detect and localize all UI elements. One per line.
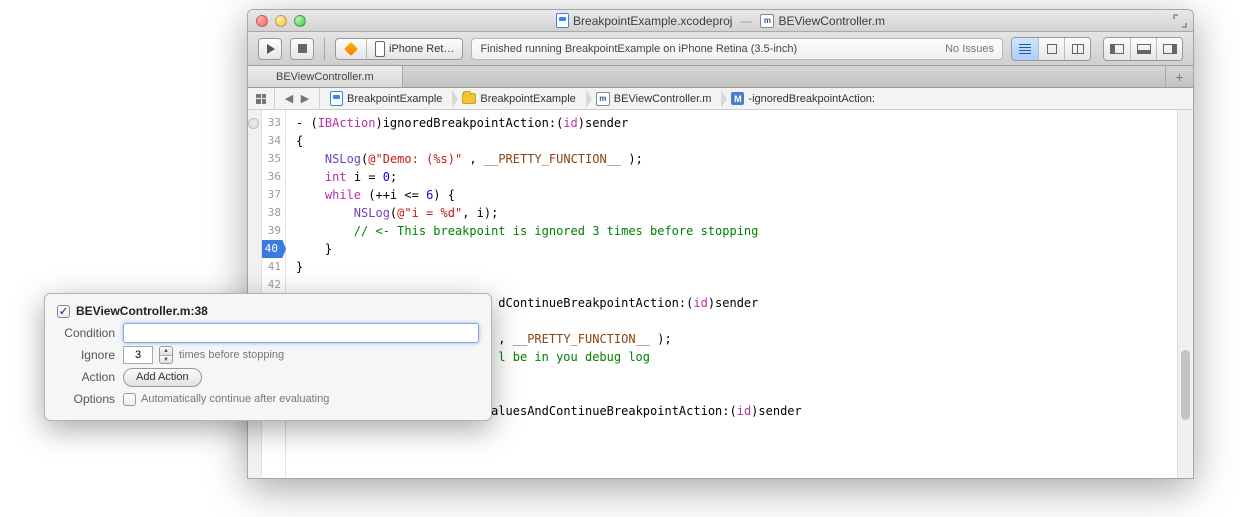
titlebar: BreakpointExample.xcodeproj — mBEViewCon… [248,10,1193,32]
line-number[interactable]: 41 [262,258,285,276]
m-file-icon: m [596,92,610,106]
toggle-utilities-button[interactable] [1156,38,1182,60]
activity-viewer: Finished running BreakpointExample on iP… [471,38,1003,60]
scroll-thumb[interactable] [1181,350,1190,420]
nav-forward-button[interactable]: ▶ [297,91,313,107]
title-project: BreakpointExample.xcodeproj [573,14,732,28]
line-number[interactable]: 38 [262,204,285,222]
action-label: Action [57,370,123,384]
nav-back-button[interactable]: ◀ [281,91,297,107]
standard-editor-button[interactable] [1012,38,1038,60]
app-icon [344,42,358,56]
zoom-window-button[interactable] [294,15,306,27]
project-icon [330,91,343,106]
options-label: Options [57,392,123,406]
crumb-file[interactable]: mBEViewController.m [586,88,722,109]
line-number[interactable]: 37 [262,186,285,204]
ignore-count-input[interactable] [123,346,153,364]
title-file: BEViewController.m [778,14,885,28]
project-icon [556,13,569,28]
toggle-debug-area-button[interactable] [1130,38,1156,60]
assistant-editor-button[interactable] [1038,38,1064,60]
device-icon [375,41,385,57]
folder-icon [462,93,476,104]
line-number[interactable]: 42 [262,276,285,294]
m-file-icon: m [760,14,774,28]
tab-bar: BEViewController.m + [248,66,1193,88]
add-action-button[interactable]: Add Action [123,368,202,387]
breakpoint-editor-popover: ✓ BEViewController.m:38 Condition Ignore… [44,293,492,421]
related-items-icon[interactable] [256,94,266,104]
stepper-down-button[interactable]: ▼ [160,355,172,363]
view-panes-segmented[interactable] [1103,37,1183,61]
line-number[interactable]: 34 [262,132,285,150]
minimize-window-button[interactable] [275,15,287,27]
jump-bar: ◀ ▶ BreakpointExample BreakpointExample … [248,88,1193,110]
crumb-method[interactable]: M-ignoredBreakpointAction: [721,88,885,109]
crumb-project[interactable]: BreakpointExample [320,88,452,109]
tab-beviewcontroller[interactable]: BEViewController.m [248,66,403,87]
line-number[interactable]: 36 [262,168,285,186]
breakpoint-marker[interactable]: 40 [262,240,286,258]
popover-title: BEViewController.m:38 [76,304,208,318]
ignore-suffix: times before stopping [179,349,284,361]
ignore-stepper[interactable]: ▲ ▼ [159,346,173,364]
activity-text: Finished running BreakpointExample on iP… [480,43,797,55]
condition-input[interactable] [123,323,479,343]
vertical-scrollbar[interactable] [1177,110,1193,478]
issues-indicator: No Issues [945,43,994,55]
stepper-up-button[interactable]: ▲ [160,347,172,355]
ignore-label: Ignore [57,348,123,362]
toolbar: iPhone Ret… Finished running BreakpointE… [248,32,1193,66]
condition-label: Condition [57,326,123,340]
line-number[interactable]: 33 [262,114,285,132]
method-icon: M [731,92,744,105]
fullscreen-icon[interactable] [1173,14,1187,28]
editor-mode-segmented[interactable] [1011,37,1091,61]
breakpoint-enabled-checkbox[interactable]: ✓ [57,305,70,318]
line-number[interactable]: 35 [262,150,285,168]
scheme-device: iPhone Ret… [389,43,454,55]
close-window-button[interactable] [256,15,268,27]
crumb-folder[interactable]: BreakpointExample [452,88,585,109]
version-editor-button[interactable] [1064,38,1090,60]
new-tab-button[interactable]: + [1165,66,1193,87]
auto-continue-checkbox[interactable] [123,393,136,406]
scheme-selector[interactable]: iPhone Ret… [335,38,463,60]
stop-button[interactable] [290,38,314,60]
run-button[interactable] [258,38,282,60]
toggle-navigator-button[interactable] [1104,38,1130,60]
line-number[interactable]: 39 [262,222,285,240]
auto-continue-label: Automatically continue after evaluating [141,393,329,405]
